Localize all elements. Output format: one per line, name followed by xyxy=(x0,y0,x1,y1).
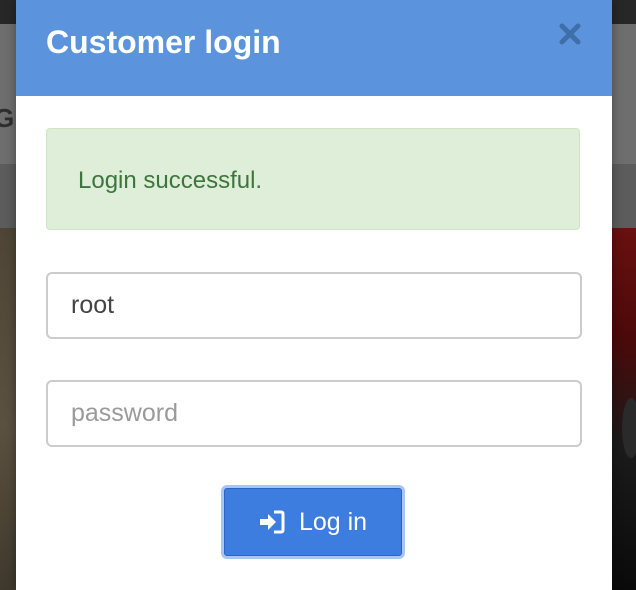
background-image-left xyxy=(0,228,16,590)
login-button[interactable]: Log in xyxy=(221,485,405,559)
username-field[interactable] xyxy=(46,272,582,339)
close-button[interactable] xyxy=(556,20,584,48)
close-icon xyxy=(559,23,581,45)
customer-login-modal: Customer login Login successful. Log in xyxy=(16,0,612,590)
modal-header: Customer login xyxy=(16,0,612,96)
password-field[interactable] xyxy=(46,380,582,447)
background-brand-fragment: G xyxy=(0,103,15,133)
alert-message: Login successful. xyxy=(78,167,263,194)
sign-in-icon xyxy=(259,510,285,534)
login-success-alert: Login successful. xyxy=(46,128,580,230)
modal-title: Customer login xyxy=(46,24,281,60)
login-button-label: Log in xyxy=(298,507,368,536)
background-image-right xyxy=(612,228,636,590)
